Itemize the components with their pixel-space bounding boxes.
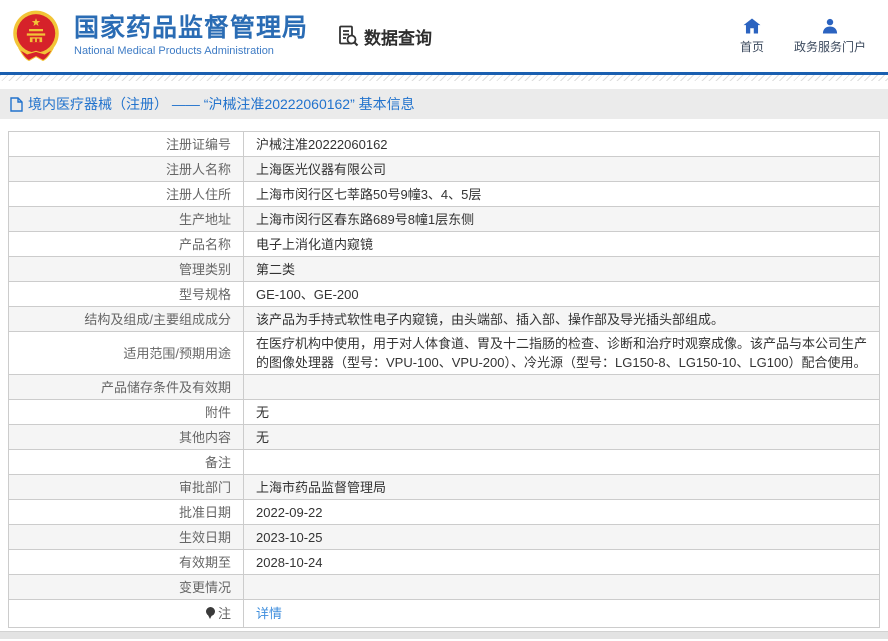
row-value — [243, 574, 880, 600]
row-value: 电子上消化道内窥镜 — [243, 231, 880, 257]
table-row: 型号规格 GE-100、GE-200 — [8, 281, 880, 307]
row-value: 上海市药品监督管理局 — [243, 474, 880, 500]
row-label: 适用范围/预期用途 — [8, 331, 244, 375]
row-label: 结构及组成/主要组成成分 — [8, 306, 244, 332]
row-value: 上海医光仪器有限公司 — [243, 156, 880, 182]
table-row: 管理类别 第二类 — [8, 256, 880, 282]
table-row: 注册人名称 上海医光仪器有限公司 — [8, 156, 880, 182]
detail-link[interactable]: 详情 — [256, 606, 282, 621]
row-label: 备注 — [8, 449, 244, 475]
row-value: 在医疗机构中使用，用于对人体食道、胃及十二指肠的检查、诊断和治疗时观察成像。该产… — [243, 331, 880, 375]
row-value: 该产品为手持式软性电子内窥镜，由头端部、插入部、操作部及导光插头部组成。 — [243, 306, 880, 332]
table-row: 其他内容无 — [8, 424, 880, 450]
footer-bar — [0, 631, 888, 639]
table-row: 变更情况 — [8, 574, 880, 600]
nav-item-home[interactable]: 首页 — [739, 17, 764, 55]
national-emblem-logo — [8, 8, 64, 64]
row-value: 2028-10-24 — [243, 549, 880, 575]
balloon-note-icon — [205, 607, 215, 619]
registration-info-table: 注册证编号 沪械注准20222060162 注册人名称 上海医光仪器有限公司 注册人住所… — [8, 131, 880, 628]
nav-home-label: 首页 — [739, 39, 764, 54]
hatch-band — [0, 75, 888, 81]
nav-item-gov-portal[interactable]: 政务服务门户 — [794, 18, 866, 55]
table-row: 备注 — [8, 449, 880, 475]
row-value: 2023-10-25 — [243, 524, 880, 550]
top-nav: 首页 政务服务门户 — [739, 17, 874, 55]
table-row: 适用范围/预期用途 在医疗机构中使用，用于对人体食道、胃及十二指肠的检查、诊断和治… — [8, 331, 880, 375]
row-label: 生效日期 — [8, 524, 244, 550]
table-row: 注详情 — [8, 599, 880, 628]
row-value: 无 — [243, 424, 880, 450]
table-row: 附件无 — [8, 399, 880, 425]
table-row: 审批部门 上海市药品监督管理局 — [8, 474, 880, 500]
row-label: 型号规格 — [8, 281, 244, 307]
row-value — [243, 374, 880, 400]
document-icon — [10, 96, 23, 112]
home-icon — [743, 17, 761, 34]
org-name-zh: 国家药品监督管理局 — [74, 13, 309, 42]
row-value: GE-100、GE-200 — [243, 281, 880, 307]
row-label: 审批部门 — [8, 474, 244, 500]
row-value: 上海市闵行区七莘路50号9幢3、4、5层 — [243, 181, 880, 207]
row-value: 上海市闵行区春东路689号8幢1层东侧 — [243, 206, 880, 232]
row-value: 2022-09-22 — [243, 499, 880, 525]
row-value: 沪械注准20222060162 — [243, 131, 880, 157]
row-label: 注册人住所 — [8, 181, 244, 207]
row-label: 注册人名称 — [8, 156, 244, 182]
table-row: 注册人住所 上海市闵行区七莘路50号9幢3、4、5层 — [8, 181, 880, 207]
row-value: 详情 — [243, 599, 880, 628]
data-query-label: 数据查询 — [364, 28, 433, 48]
table-row: 生产地址 上海市闵行区春东路689号8幢1层东侧 — [8, 206, 880, 232]
row-label: 有效期至 — [8, 549, 244, 575]
org-name-en: National Medical Products Administration — [74, 45, 274, 58]
table-row: 批准日期 2022-09-22 — [8, 499, 880, 525]
data-query-title[interactable]: 数据查询 — [336, 24, 432, 49]
table-row: 产品储存条件及有效期 — [8, 374, 880, 400]
user-icon — [821, 18, 839, 34]
document-search-icon — [336, 24, 360, 48]
row-label: 批准日期 — [8, 499, 244, 525]
row-label: 管理类别 — [8, 256, 244, 282]
row-value: 第二类 — [243, 256, 880, 282]
row-label: 附件 — [8, 399, 244, 425]
row-label: 产品名称 — [8, 231, 244, 257]
nav-gov-portal-label: 政务服务门户 — [793, 39, 866, 54]
row-label: 注 — [8, 599, 244, 628]
row-value — [243, 449, 880, 475]
org-names: 国家药品监督管理局 National Medical Products Admi… — [74, 13, 309, 58]
table-row: 有效期至 2028-10-24 — [8, 549, 880, 575]
table-row: 注册证编号 沪械注准20222060162 — [8, 131, 880, 157]
info-table-body: 注册证编号 沪械注准20222060162 注册人名称 上海医光仪器有限公司 注册人住所… — [8, 131, 880, 628]
table-row: 生效日期 2023-10-25 — [8, 524, 880, 550]
breadcrumb: 境内医疗器械（注册） —— “沪械注准20222060162” 基本信息 — [0, 89, 888, 119]
row-label: 其他内容 — [8, 424, 244, 450]
row-label: 变更情况 — [8, 574, 244, 600]
breadcrumb-text: 境内医疗器械（注册） —— “沪械注准20222060162” 基本信息 — [28, 96, 415, 112]
row-label: 产品储存条件及有效期 — [8, 374, 244, 400]
table-row: 产品名称 电子上消化道内窥镜 — [8, 231, 880, 257]
row-value: 无 — [243, 399, 880, 425]
row-label: 注册证编号 — [8, 131, 244, 157]
table-row: 结构及组成/主要组成成分 该产品为手持式软性电子内窥镜，由头端部、插入部、操作部及… — [8, 306, 880, 332]
row-label: 生产地址 — [8, 206, 244, 232]
site-header: 国家药品监督管理局 National Medical Products Admi… — [0, 0, 888, 72]
